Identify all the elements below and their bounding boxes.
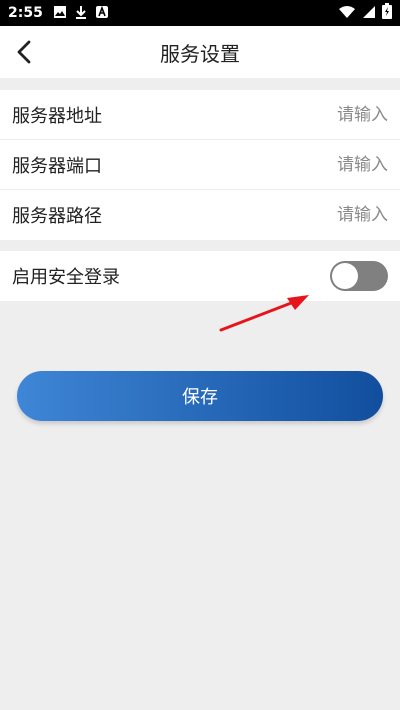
server-port-label: 服务器端口 bbox=[12, 155, 102, 177]
download-icon bbox=[75, 4, 87, 23]
secure-login-label: 启用安全登录 bbox=[12, 267, 120, 288]
image-icon bbox=[53, 4, 67, 23]
server-path-input[interactable] bbox=[248, 205, 388, 225]
secure-login-toggle[interactable] bbox=[330, 261, 388, 291]
app-bar: 服务设置 bbox=[0, 26, 400, 78]
signal-icon bbox=[362, 4, 376, 23]
server-address-input[interactable] bbox=[248, 104, 388, 125]
wifi-icon bbox=[338, 4, 356, 23]
app-a-icon bbox=[95, 4, 109, 23]
save-button-label: 保存 bbox=[182, 387, 218, 408]
chevron-left-icon bbox=[17, 40, 31, 64]
annotation-arrow-icon bbox=[219, 295, 309, 332]
status-bar: 2:55 bbox=[0, 0, 400, 26]
server-port-input[interactable] bbox=[248, 154, 388, 175]
server-address-row: 服务器地址 bbox=[0, 90, 400, 140]
page-title: 服务设置 bbox=[160, 41, 240, 66]
battery-charging-icon bbox=[382, 3, 392, 23]
server-settings-group: 服务器地址 服务器端口 服务器路径 bbox=[0, 90, 400, 240]
server-path-label: 服务器路径 bbox=[12, 206, 102, 227]
status-time: 2:55 bbox=[8, 5, 43, 21]
section-divider bbox=[0, 78, 400, 90]
server-port-row: 服务器端口 bbox=[0, 140, 400, 190]
save-button[interactable]: 保存 bbox=[17, 371, 383, 421]
back-button[interactable] bbox=[6, 34, 42, 70]
server-path-row: 服务器路径 bbox=[0, 190, 400, 240]
server-address-label: 服务器地址 bbox=[12, 105, 102, 127]
secure-login-group: 启用安全登录 bbox=[0, 251, 400, 301]
toggle-knob bbox=[332, 263, 358, 289]
secure-login-row: 启用安全登录 bbox=[0, 251, 400, 301]
